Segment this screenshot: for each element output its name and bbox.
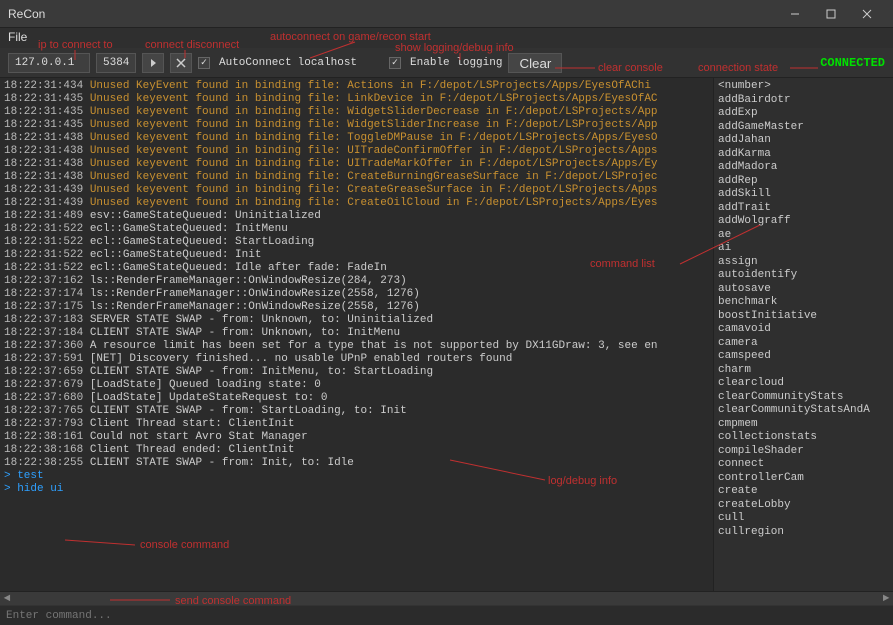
command-item[interactable]: addMadora — [718, 161, 889, 175]
command-item[interactable]: assign — [718, 256, 889, 270]
log-line: 18:22:31:522 ecl::GameStateQueued: InitM… — [4, 223, 709, 236]
command-item[interactable]: cull — [718, 512, 889, 526]
port-input[interactable] — [96, 53, 136, 73]
command-item[interactable]: addWolgraff — [718, 215, 889, 229]
log-line: 18:22:37:591 [NET] Discovery finished...… — [4, 353, 709, 366]
command-list[interactable]: <number>addBairdotraddExpaddGameMasterad… — [713, 78, 893, 591]
command-item[interactable]: charm — [718, 364, 889, 378]
log-line: 18:22:31:435 Unused keyevent found in bi… — [4, 106, 709, 119]
ip-input[interactable] — [8, 53, 90, 73]
log-line: 18:22:31:438 Unused keyevent found in bi… — [4, 132, 709, 145]
command-item[interactable]: ai — [718, 242, 889, 256]
command-input[interactable] — [0, 606, 893, 625]
command-item[interactable]: addTrait — [718, 202, 889, 216]
logging-checkbox[interactable] — [389, 57, 401, 69]
titlebar: ReCon — [0, 0, 893, 28]
log-line: 18:22:37:162 ls::RenderFrameManager::OnW… — [4, 275, 709, 288]
command-item[interactable]: addBairdotr — [718, 94, 889, 108]
command-item[interactable]: benchmark — [718, 296, 889, 310]
command-item[interactable]: boostInitiative — [718, 310, 889, 324]
minimize-button[interactable] — [777, 0, 813, 28]
menu-file[interactable]: File — [8, 30, 27, 44]
clear-button[interactable]: Clear — [508, 53, 562, 73]
command-item[interactable]: controllerCam — [718, 472, 889, 486]
log-line: 18:22:37:360 A resource limit has been s… — [4, 340, 709, 353]
log-line: 18:22:31:439 Unused keyevent found in bi… — [4, 197, 709, 210]
command-item[interactable]: addSkill — [718, 188, 889, 202]
command-item[interactable]: compileShader — [718, 445, 889, 459]
scroll-right-icon[interactable]: ► — [879, 592, 893, 606]
connect-button[interactable] — [142, 53, 164, 73]
log-line: 18:22:31:435 Unused keyevent found in bi… — [4, 119, 709, 132]
command-item[interactable]: <number> — [718, 80, 889, 94]
command-item[interactable]: autoidentify — [718, 269, 889, 283]
command-item[interactable]: ae — [718, 229, 889, 243]
log-line: 18:22:37:680 [LoadState] UpdateStateRequ… — [4, 392, 709, 405]
command-item[interactable]: clearCommunityStatsAndA — [718, 404, 889, 418]
log-panel[interactable]: 18:22:31:434 Unused KeyEvent found in bi… — [0, 78, 713, 591]
command-item[interactable]: collectionstats — [718, 431, 889, 445]
log-line: 18:22:37:175 ls::RenderFrameManager::OnW… — [4, 301, 709, 314]
command-item[interactable]: create — [718, 485, 889, 499]
log-line: 18:22:31:522 ecl::GameStateQueued: Start… — [4, 236, 709, 249]
logging-label: Enable logging — [410, 57, 502, 69]
disconnect-button[interactable] — [170, 53, 192, 73]
command-item[interactable]: addExp — [718, 107, 889, 121]
command-item[interactable]: addKarma — [718, 148, 889, 162]
toolbar: AutoConnect localhost Enable logging Cle… — [0, 48, 893, 78]
command-item[interactable]: clearcloud — [718, 377, 889, 391]
command-item[interactable]: cmpmem — [718, 418, 889, 432]
log-line: 18:22:37:765 CLIENT STATE SWAP - from: S… — [4, 405, 709, 418]
log-line: 18:22:31:489 esv::GameStateQueued: Unini… — [4, 210, 709, 223]
log-line: 18:22:37:184 CLIENT STATE SWAP - from: U… — [4, 327, 709, 340]
log-line: 18:22:37:679 [LoadState] Queued loading … — [4, 379, 709, 392]
command-item[interactable]: addGameMaster — [718, 121, 889, 135]
close-button[interactable] — [849, 0, 885, 28]
log-line: 18:22:31:435 Unused keyevent found in bi… — [4, 93, 709, 106]
log-line: 18:22:38:161 Could not start Avro Stat M… — [4, 431, 709, 444]
log-line: > test — [4, 470, 709, 483]
autoconnect-label: AutoConnect — [219, 57, 292, 69]
horizontal-scrollbar[interactable]: ◄ ► — [0, 591, 893, 605]
scroll-left-icon[interactable]: ◄ — [0, 592, 14, 606]
command-item[interactable]: camavoid — [718, 323, 889, 337]
log-line: 18:22:37:659 CLIENT STATE SWAP - from: I… — [4, 366, 709, 379]
command-input-bar — [0, 605, 893, 625]
command-item[interactable]: createLobby — [718, 499, 889, 513]
command-item[interactable]: clearCommunityStats — [718, 391, 889, 405]
log-line: 18:22:38:168 Client Thread ended: Client… — [4, 444, 709, 457]
log-line: 18:22:31:438 Unused keyevent found in bi… — [4, 145, 709, 158]
command-item[interactable]: camera — [718, 337, 889, 351]
log-line: 18:22:31:438 Unused keyevent found in bi… — [4, 171, 709, 184]
log-line: 18:22:31:438 Unused keyevent found in bi… — [4, 158, 709, 171]
command-item[interactable]: camspeed — [718, 350, 889, 364]
log-line: 18:22:37:174 ls::RenderFrameManager::OnW… — [4, 288, 709, 301]
autoconnect-checkbox[interactable] — [198, 57, 210, 69]
command-item[interactable]: addJahan — [718, 134, 889, 148]
main: 18:22:31:434 Unused KeyEvent found in bi… — [0, 78, 893, 591]
command-item[interactable]: autosave — [718, 283, 889, 297]
log-line: 18:22:31:522 ecl::GameStateQueued: Init — [4, 249, 709, 262]
log-line: 18:22:31:434 Unused KeyEvent found in bi… — [4, 80, 709, 93]
log-line: 18:22:38:255 CLIENT STATE SWAP - from: I… — [4, 457, 709, 470]
log-line: 18:22:37:183 SERVER STATE SWAP - from: U… — [4, 314, 709, 327]
log-line: 18:22:31:522 ecl::GameStateQueued: Idle … — [4, 262, 709, 275]
log-line: 18:22:37:793 Client Thread start: Client… — [4, 418, 709, 431]
menubar: File — [0, 28, 893, 48]
log-line: 18:22:31:439 Unused keyevent found in bi… — [4, 184, 709, 197]
connection-state: CONNECTED — [820, 56, 885, 70]
command-item[interactable]: cullregion — [718, 526, 889, 540]
command-item[interactable]: addRep — [718, 175, 889, 189]
log-line: > hide ui — [4, 483, 709, 496]
localhost-label: localhost — [298, 57, 357, 69]
command-item[interactable]: connect — [718, 458, 889, 472]
maximize-button[interactable] — [813, 0, 849, 28]
window-title: ReCon — [8, 7, 777, 21]
